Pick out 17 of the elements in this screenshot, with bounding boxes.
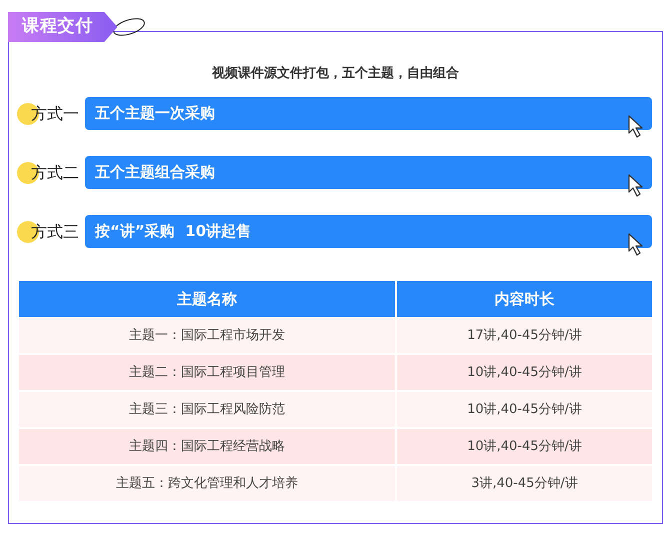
subtitle: 视频课件源文件打包，五个主题，自由组合 <box>212 64 459 83</box>
table-cell: 10讲,40-45分钟/讲 <box>397 392 652 427</box>
table-cell: 17讲,40-45分钟/讲 <box>397 318 652 353</box>
table-cell: 3讲,40-45分钟/讲 <box>397 466 652 501</box>
column-header: 内容时长 <box>397 281 652 317</box>
option-text: 五个主题一次采购 <box>95 103 215 124</box>
section-title: 课程交付 <box>22 15 94 38</box>
table-cell: 10讲,40-45分钟/讲 <box>397 355 652 390</box>
table-cell: 10讲,40-45分钟/讲 <box>397 429 652 464</box>
table-cell: 主题四：国际工程经营战略 <box>19 429 395 464</box>
option-text: 五个主题组合采购 <box>95 162 215 184</box>
table-cell: 主题二：国际工程项目管理 <box>19 355 395 390</box>
table-cell: 主题五：跨文化管理和人才培养 <box>19 466 395 501</box>
column-header: 主题名称 <box>19 281 395 317</box>
table-cell: 主题一：国际工程市场开发 <box>19 318 395 353</box>
table-cell: 主题三：国际工程风险防范 <box>19 392 395 427</box>
option-text: 按“讲”采购 10讲起售 <box>95 221 252 242</box>
